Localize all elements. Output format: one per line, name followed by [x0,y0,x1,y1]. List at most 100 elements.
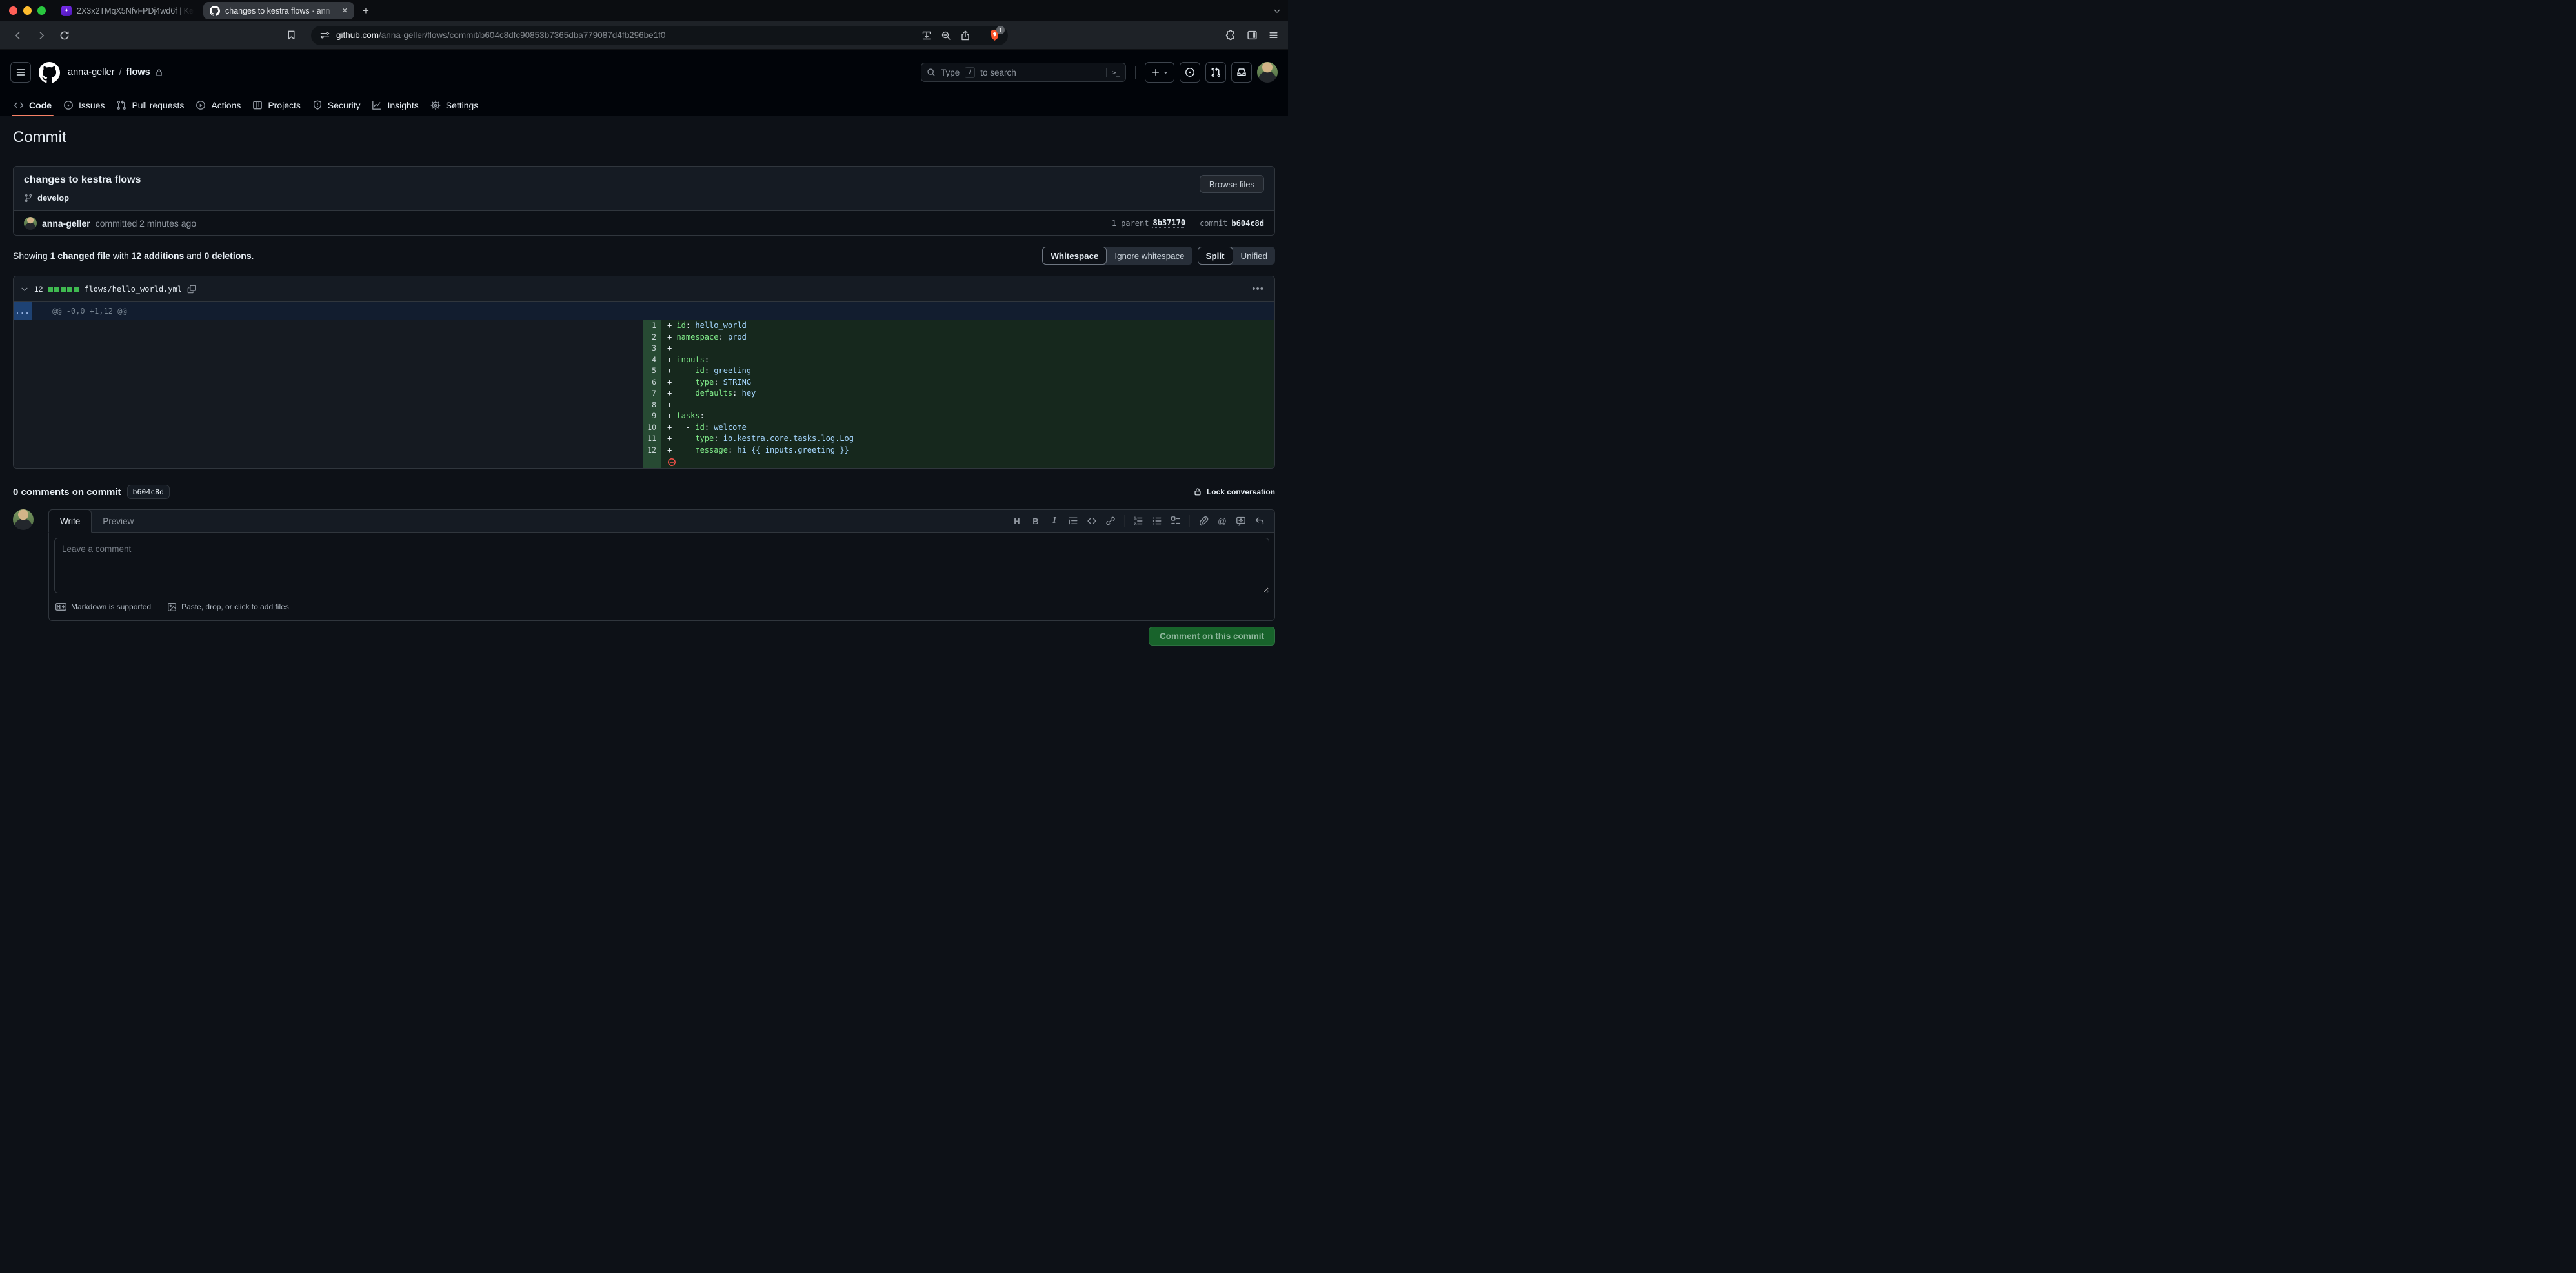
create-new-button[interactable] [1145,62,1174,83]
diff-added-line[interactable]: + [661,399,1274,411]
repo-nav-item-security[interactable]: Security [307,95,367,116]
diff-line-number[interactable]: 7 [643,388,661,400]
split-view-button[interactable]: Split [1197,247,1233,265]
diff-added-line[interactable]: + - id: welcome [661,422,1274,433]
diff-added-line[interactable]: + - id: greeting [661,365,1274,377]
link-icon[interactable] [1102,513,1119,529]
forward-icon[interactable] [32,26,50,45]
branch-name[interactable]: develop [37,193,69,203]
repo-nav-item-pull-requests[interactable]: Pull requests [110,95,190,116]
repo-nav-item-code[interactable]: Code [8,95,57,116]
diff-line-number[interactable]: 4 [643,354,661,365]
italic-icon[interactable]: I [1046,513,1063,529]
diff-added-line[interactable]: + defaults: hey [661,388,1274,400]
comment-input[interactable] [54,538,1269,593]
repo-nav-item-insights[interactable]: Insights [366,95,424,116]
close-window-button[interactable] [9,6,17,15]
diff-added-line[interactable]: + type: STRING [661,376,1274,388]
diff-line-number[interactable]: 9 [643,411,661,422]
diff-line-number[interactable]: 12 [643,444,661,456]
zoom-window-button[interactable] [37,6,46,15]
diff-line-number[interactable]: 10 [643,422,661,433]
ignore-whitespace-button[interactable]: Ignore whitespace [1107,247,1192,265]
global-menu-button[interactable] [10,62,31,83]
breadcrumb-repo[interactable]: flows [126,67,150,77]
browser-tab-github-active[interactable]: changes to kestra flows · ann ✕ [203,2,354,19]
diff-added-line[interactable]: + type: io.kestra.core.tasks.log.Log [661,433,1274,445]
site-settings-icon[interactable] [320,30,330,40]
lock-conversation-button[interactable]: Lock conversation [1193,487,1275,496]
cross-reference-icon[interactable] [1233,513,1249,529]
tasklist-icon[interactable] [1167,513,1184,529]
paperclip-icon[interactable] [1195,513,1212,529]
diff-line-number[interactable]: 8 [643,399,661,411]
download-icon[interactable] [921,30,932,41]
minimize-window-button[interactable] [23,6,32,15]
parent-sha-link[interactable]: 8b37170 [1152,218,1186,228]
diff-added-line[interactable]: + message: hi {{ inputs.greeting }} [661,444,1274,456]
issues-button[interactable] [1180,62,1200,83]
bold-icon[interactable]: B [1027,513,1044,529]
repo-nav-item-projects[interactable]: Projects [247,95,307,116]
browser-menu-icon[interactable] [1268,30,1279,41]
diff-added-line[interactable]: + tasks: [661,411,1274,422]
browse-files-button[interactable]: Browse files [1199,175,1264,193]
diff-line-number[interactable]: 1 [643,320,661,332]
diff-line-number[interactable]: 6 [643,376,661,388]
repo-nav-item-issues[interactable]: Issues [57,95,110,116]
file-options-kebab-icon[interactable]: ••• [1252,283,1268,294]
pull-requests-button[interactable] [1205,62,1226,83]
diff-added-line[interactable]: + namespace: prod [661,331,1274,343]
repo-nav-item-settings[interactable]: Settings [425,95,485,116]
repo-nav-item-actions[interactable]: Actions [190,95,247,116]
diff-line-number[interactable]: 2 [643,331,661,343]
tab-search-icon[interactable] [1273,6,1282,15]
bookmark-icon[interactable] [286,30,297,41]
tab-preview[interactable]: Preview [92,510,145,532]
address-bar[interactable]: github.com/anna-geller/flows/commit/b604… [311,25,1008,45]
upload-hint[interactable]: Paste, drop, or click to add files [167,602,289,612]
diff-line-number[interactable]: 5 [643,365,661,377]
new-tab-button[interactable]: + [357,5,375,17]
breadcrumb-owner[interactable]: anna-geller [68,67,115,77]
expand-hunk-button[interactable]: ... [14,302,32,320]
sidebar-icon[interactable] [1247,30,1258,41]
github-logo[interactable] [39,61,60,83]
close-tab-icon[interactable]: ✕ [342,6,348,15]
markdown-hint[interactable]: Markdown is supported [55,602,151,611]
zoom-out-icon[interactable] [941,30,951,41]
diff-file: 12 flows/hello_world.yml ••• ... @@ -0,0… [13,276,1275,469]
file-path[interactable]: flows/hello_world.yml [84,285,182,294]
command-palette-icon[interactable]: >_ [1105,68,1120,77]
diff-added-line[interactable]: + [661,343,1274,354]
back-icon[interactable] [9,26,27,45]
brave-shield-icon[interactable]: 1 [989,26,1005,41]
collapse-chevron-icon[interactable] [20,285,29,294]
copy-path-icon[interactable] [187,285,196,294]
reload-icon[interactable] [55,26,74,45]
inbox-button[interactable] [1231,62,1252,83]
tab-write[interactable]: Write [48,509,92,533]
reply-icon[interactable] [1251,513,1268,529]
codeglyph-icon[interactable] [1083,513,1100,529]
issue-icon [63,100,74,110]
share-icon[interactable] [960,30,971,41]
mention-icon[interactable]: @ [1214,513,1231,529]
diff-line-number[interactable]: 3 [643,343,661,354]
user-avatar[interactable] [1257,62,1278,83]
diff-added-line[interactable]: + id: hello_world [661,320,1274,332]
quote-icon[interactable] [1065,513,1082,529]
comment-submit-button[interactable]: Comment on this commit [1148,627,1275,646]
diff-added-line[interactable]: + inputs: [661,354,1274,365]
heading-icon[interactable]: H [1009,513,1025,529]
browser-tab-kestra[interactable]: ✦ 2X3x2TMqX5NfvFPDj4wd6f | Kes [55,2,201,19]
extensions-icon[interactable] [1225,30,1236,41]
list-unordered-icon[interactable] [1149,513,1165,529]
whitespace-on-button[interactable]: Whitespace [1042,247,1107,265]
list-ordered-icon[interactable]: 1. 2. [1130,513,1147,529]
author-avatar[interactable] [24,216,37,230]
unified-view-button[interactable]: Unified [1233,247,1276,265]
diff-line-number[interactable]: 11 [643,433,661,445]
global-search-input[interactable]: Type / to search >_ [921,63,1126,82]
commit-author[interactable]: anna-geller [42,218,90,229]
